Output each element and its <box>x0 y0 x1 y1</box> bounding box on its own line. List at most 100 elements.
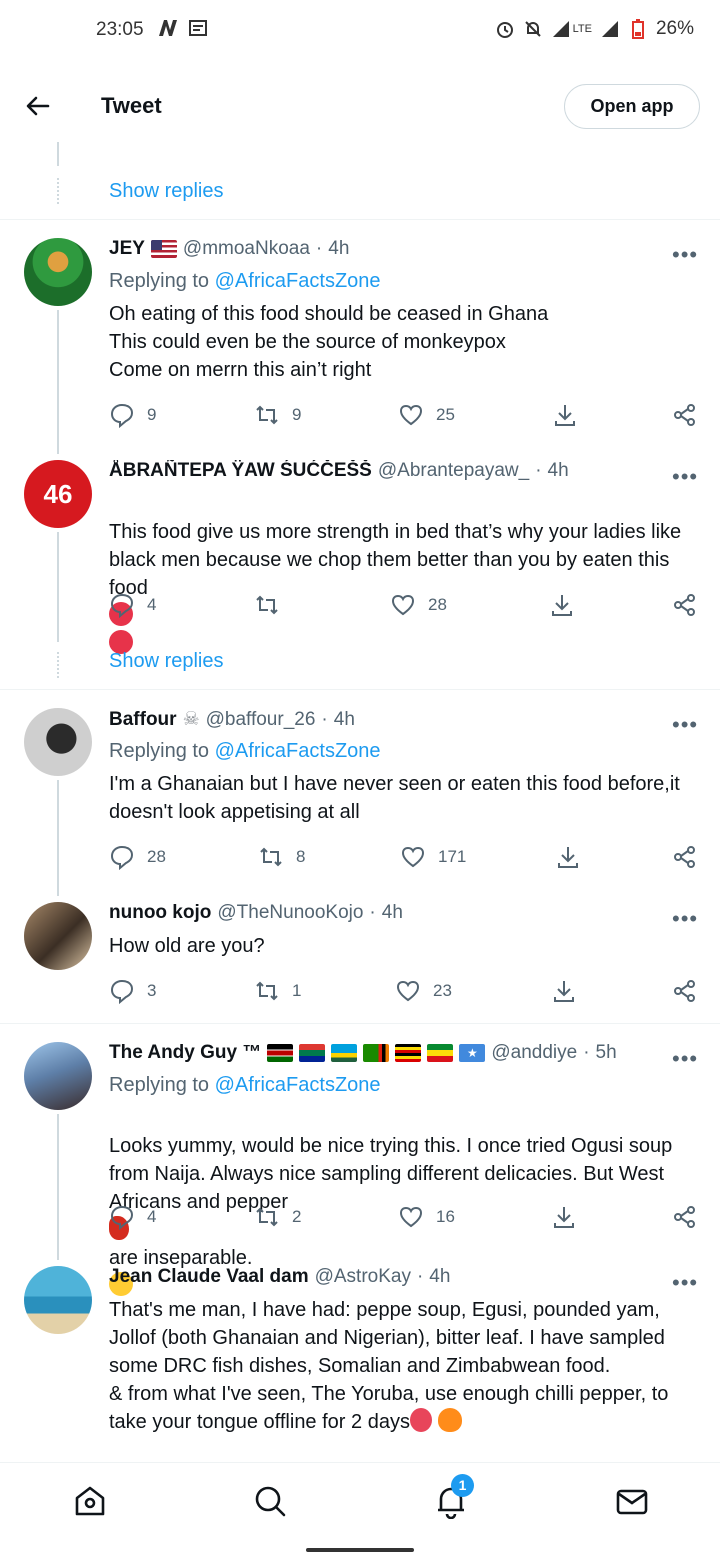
reply-button[interactable]: 3 <box>109 978 156 1004</box>
retweet-button[interactable] <box>254 592 292 618</box>
handle[interactable]: @Abrantepayaw_ <box>378 460 529 482</box>
share-button[interactable] <box>672 844 698 870</box>
share-button[interactable] <box>672 402 698 428</box>
reply-count: 28 <box>147 847 166 866</box>
avatar[interactable] <box>24 708 92 776</box>
display-name[interactable]: nunoo kojo <box>109 902 211 924</box>
tweet-time[interactable]: 4h <box>429 1266 450 1288</box>
mention-link[interactable]: @AfricaFactsZone <box>215 270 381 292</box>
display-name[interactable]: ÅBRAÑTEPA ŸAW ŚUĆČEŠŠ <box>109 460 372 482</box>
handle[interactable]: @anddiye <box>491 1042 577 1064</box>
tweet-time[interactable]: 4h <box>548 460 569 482</box>
replying-to-prefix: Replying to <box>109 270 210 292</box>
avatar[interactable] <box>24 1042 92 1110</box>
retweet-count: 2 <box>292 1207 302 1226</box>
tweet-actions: 4 2 16 <box>109 1204 709 1234</box>
display-name[interactable]: The Andy Guy ™ <box>109 1042 261 1064</box>
share-icon <box>674 404 695 426</box>
separator-dot: · <box>416 1266 424 1287</box>
share-button[interactable] <box>672 592 698 618</box>
retweet-button[interactable]: 8 <box>258 844 305 870</box>
retweet-button[interactable]: 1 <box>254 978 301 1004</box>
home-icon[interactable] <box>72 1483 108 1519</box>
replying-to: Replying to @AfricaFactsZone <box>109 740 381 763</box>
avatar[interactable] <box>24 238 92 306</box>
back-arrow-icon[interactable] <box>22 90 54 122</box>
more-options-icon[interactable]: ••• <box>672 1270 698 1296</box>
tweet-text: That's me man, I have had: peppe soup, E… <box>109 1296 704 1436</box>
like-count: 25 <box>436 405 455 424</box>
tweet-text-content: That's me man, I have had: peppe soup, E… <box>109 1299 669 1433</box>
like-button[interactable]: 25 <box>398 402 455 428</box>
messages-envelope-icon[interactable] <box>614 1483 650 1519</box>
show-replies-link[interactable]: Show replies <box>109 180 224 203</box>
retweet-button[interactable]: 2 <box>254 1204 301 1230</box>
tweet-text: How old are you? <box>109 935 265 957</box>
home-indicator[interactable] <box>306 1548 414 1552</box>
tweet-text-content: This food give us more strength in bed t… <box>109 521 682 599</box>
like-button[interactable]: 16 <box>398 1204 455 1230</box>
thread-line <box>57 310 59 454</box>
reply-button[interactable]: 9 <box>109 402 156 428</box>
tweet-time[interactable]: 4h <box>328 238 349 260</box>
fire-emoji-icon <box>437 1408 462 1432</box>
handle[interactable]: @baffour_26 <box>206 709 316 731</box>
bookmark-download-button[interactable] <box>551 978 577 1004</box>
avatar[interactable] <box>24 902 92 970</box>
like-button[interactable]: 23 <box>395 978 452 1004</box>
download-icon <box>552 595 572 616</box>
tweet-baffour[interactable]: Baffour ☠ @baffour_26 · 4h ••• Replying … <box>0 708 720 896</box>
share-button[interactable] <box>672 1204 698 1230</box>
download-icon <box>554 981 574 1002</box>
heart-icon <box>396 980 420 1002</box>
search-icon[interactable] <box>252 1483 288 1519</box>
bottom-navigation <box>0 1462 720 1536</box>
display-name[interactable]: Baffour <box>109 709 177 731</box>
tweet-actions: 4 28 <box>109 592 709 622</box>
bookmark-download-button[interactable] <box>552 402 578 428</box>
more-options-icon[interactable]: ••• <box>672 242 698 268</box>
show-replies-link[interactable]: Show replies <box>109 650 224 673</box>
tweet-jean-claude[interactable]: Jean Claude Vaal dam @AstroKay · 4h ••• … <box>0 1266 720 1462</box>
avatar[interactable]: 46 <box>24 460 92 528</box>
reply-icon <box>110 1205 134 1230</box>
mention-link[interactable]: @AfricaFactsZone <box>215 1074 381 1096</box>
tweet-time[interactable]: 4h <box>382 902 403 924</box>
retweet-button[interactable]: 9 <box>254 402 301 428</box>
like-button[interactable]: 171 <box>400 844 466 870</box>
handle[interactable]: @mmoaNkoaa <box>183 238 310 260</box>
bookmark-download-button[interactable] <box>549 592 575 618</box>
rwanda-flag-icon <box>331 1044 358 1062</box>
handle[interactable]: @TheNunooKojo <box>217 902 363 924</box>
reply-button[interactable]: 28 <box>109 844 166 870</box>
reply-button[interactable]: 4 <box>109 592 156 618</box>
tweet-jey[interactable]: JEY @mmoaNkoaa · 4h ••• Replying to @Afr… <box>0 238 720 454</box>
tweet-time[interactable]: 4h <box>334 709 355 731</box>
more-options-icon[interactable]: ••• <box>672 712 698 738</box>
us-flag-icon <box>150 240 177 258</box>
more-options-icon[interactable]: ••• <box>672 464 698 490</box>
share-button[interactable] <box>672 978 698 1004</box>
kenya-flag-icon <box>267 1044 294 1062</box>
reply-button[interactable]: 4 <box>109 1204 156 1230</box>
more-options-icon[interactable]: ••• <box>672 906 698 932</box>
mention-link[interactable]: @AfricaFactsZone <box>215 740 381 762</box>
tweet-text: This food give us more strength in bed t… <box>109 490 704 658</box>
retweet-count: 8 <box>296 847 306 866</box>
lte-label: LTE <box>572 23 592 35</box>
tweet-andy-guy[interactable]: The Andy Guy ™ ★ @anddiye · 5h ••• Reply… <box>0 1042 720 1296</box>
bookmark-download-button[interactable] <box>555 844 581 870</box>
display-name[interactable]: JEY <box>109 238 145 260</box>
like-button[interactable]: 28 <box>390 592 447 618</box>
tweet-abrantepa[interactable]: 46 ÅBRAÑTEPA ŸAW ŚUĆČEŠŠ @Abrantepayaw_ … <box>0 460 720 690</box>
thread-line <box>57 142 59 166</box>
tweet-time[interactable]: 5h <box>596 1042 617 1064</box>
more-options-icon[interactable]: ••• <box>672 1046 698 1072</box>
tweet-nunoo-kojo[interactable]: nunoo kojo @TheNunooKojo · 4h ••• How ol… <box>0 902 720 1024</box>
open-app-button[interactable]: Open app <box>564 84 700 129</box>
battery-icon <box>628 19 648 39</box>
display-name[interactable]: Jean Claude Vaal dam <box>109 1266 309 1288</box>
handle[interactable]: @AstroKay <box>315 1266 411 1288</box>
avatar[interactable] <box>24 1266 92 1334</box>
bookmark-download-button[interactable] <box>551 1204 577 1230</box>
